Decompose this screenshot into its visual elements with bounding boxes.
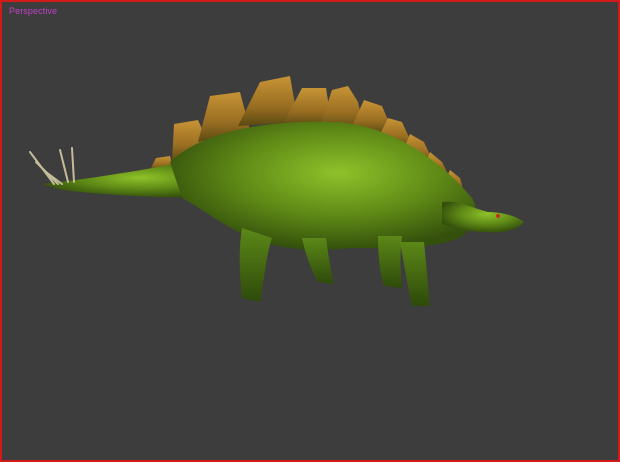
scene-render[interactable] <box>2 2 618 460</box>
tail-spikes <box>29 147 75 185</box>
eye <box>496 214 500 218</box>
body <box>170 121 476 250</box>
perspective-viewport[interactable]: Perspective <box>0 0 620 462</box>
stegosaurus-model[interactable] <box>29 76 524 306</box>
